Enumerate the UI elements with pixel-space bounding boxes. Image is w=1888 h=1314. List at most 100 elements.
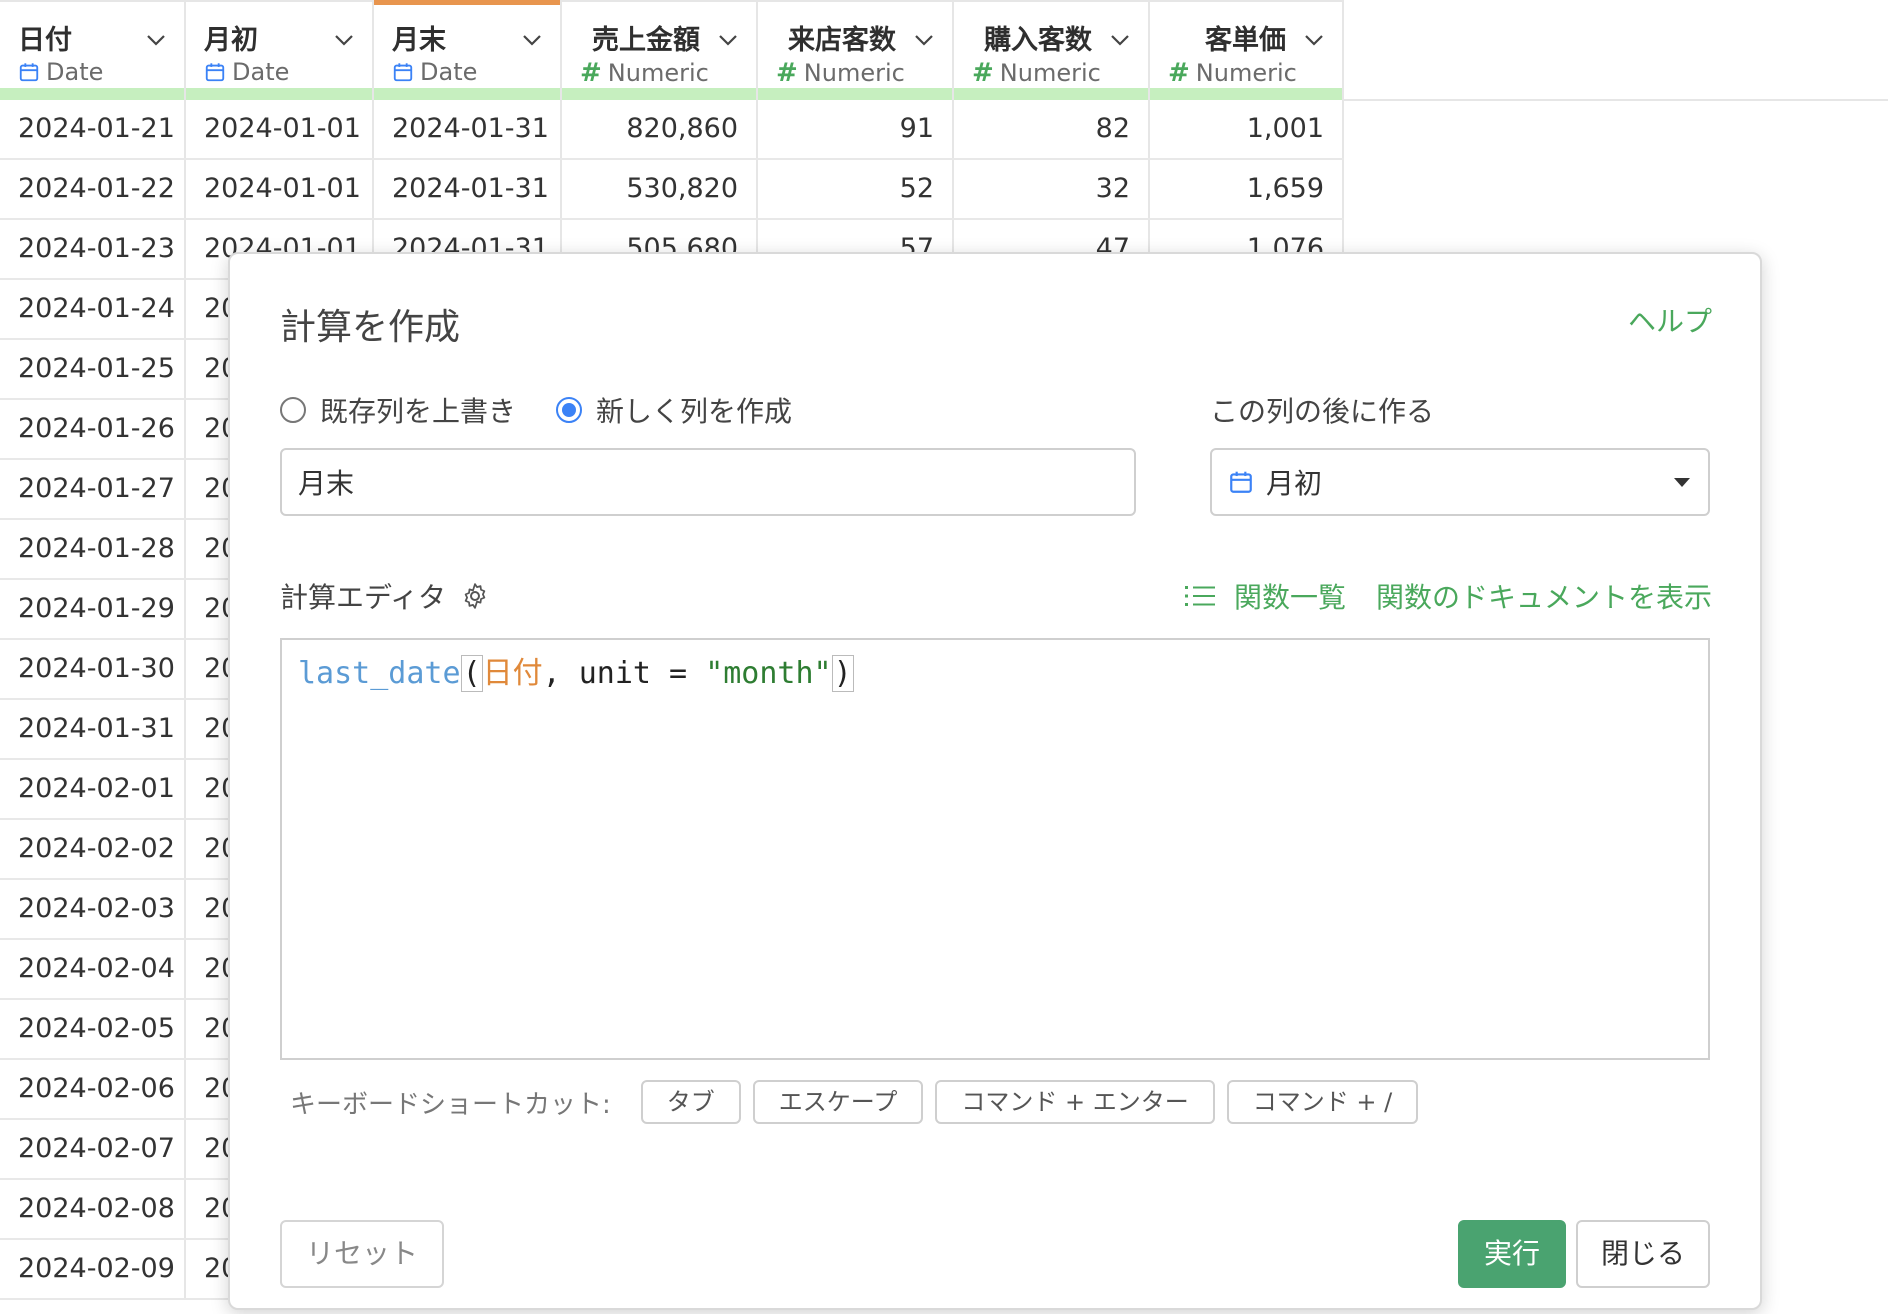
grid-header-row: 日付 Date 月初 Date 月末 Date 売上金額 # Numeric 来店客数 # Numer… [0, 0, 1344, 100]
table-cell[interactable]: 1,001 [1150, 100, 1344, 158]
radio-new-column[interactable]: 新しく列を作成 [556, 390, 792, 430]
column-type: # Numeric [776, 58, 905, 88]
table-cell[interactable]: 2024-01-24 [0, 280, 186, 338]
code-function-token: last_date [298, 656, 461, 691]
table-cell[interactable]: 2024-01-27 [0, 460, 186, 518]
table-cell[interactable]: 2024-01-31 [374, 100, 562, 158]
column-type-label: Numeric [607, 59, 709, 87]
column-type-label: Numeric [999, 59, 1101, 87]
column-type: # Numeric [972, 58, 1101, 88]
table-cell[interactable]: 32 [954, 160, 1150, 218]
column-type-bar [562, 88, 756, 100]
column-header-name: 日付 [18, 25, 72, 56]
shortcut-command-slash: コマンド + / [1226, 1080, 1419, 1124]
table-cell[interactable]: 2024-02-09 [0, 1240, 186, 1298]
table-cell[interactable]: 2024-02-01 [0, 760, 186, 818]
column-header[interactable]: 売上金額 # Numeric [562, 2, 758, 100]
table-cell[interactable]: 2024-02-05 [0, 1000, 186, 1058]
column-header[interactable]: 購入客数 # Numeric [954, 2, 1150, 100]
table-cell[interactable]: 2024-01-26 [0, 400, 186, 458]
chevron-down-icon[interactable] [330, 26, 358, 54]
column-type-bar [954, 88, 1148, 100]
table-cell[interactable]: 2024-02-02 [0, 820, 186, 878]
keyboard-shortcuts: キーボードショートカット: タブ エスケープ コマンド + エンター コマンド … [290, 1080, 1419, 1124]
table-cell[interactable]: 2024-01-22 [0, 160, 186, 218]
column-type-label: Date [420, 58, 478, 86]
chevron-down-icon[interactable] [1106, 26, 1134, 54]
table-cell[interactable]: 2024-02-08 [0, 1180, 186, 1238]
table-cell[interactable]: 2024-02-03 [0, 880, 186, 938]
hash-icon: # [580, 58, 602, 88]
table-cell[interactable]: 52 [758, 160, 954, 218]
table-cell[interactable]: 820,860 [562, 100, 758, 158]
calendar-icon [19, 63, 39, 82]
function-list-link[interactable]: 関数一覧 [1184, 576, 1346, 616]
column-header[interactable]: 月初 Date [186, 2, 374, 100]
function-links: 関数一覧 関数のドキュメントを表示 [1184, 576, 1712, 616]
help-link[interactable]: ヘルプ [1628, 300, 1712, 340]
shortcut-escape: エスケープ [752, 1080, 924, 1124]
chevron-down-icon[interactable] [1300, 26, 1328, 54]
keyboard-shortcuts-label: キーボードショートカット: [290, 1089, 611, 1120]
function-list-label: 関数一覧 [1233, 581, 1346, 614]
hash-icon: # [972, 58, 994, 88]
column-type: # Numeric [1168, 58, 1297, 88]
calculation-editor-header: 計算エディタ [280, 576, 490, 616]
column-type: Date [18, 58, 103, 86]
chevron-down-icon[interactable] [142, 26, 170, 54]
column-header-name: 月末 [392, 25, 446, 56]
insert-after-select[interactable]: 月初 [1210, 448, 1710, 516]
column-type-bar [0, 88, 184, 100]
table-cell[interactable]: 2024-01-25 [0, 340, 186, 398]
column-header-name: 売上金額 [592, 25, 700, 56]
column-name-input[interactable] [280, 448, 1136, 516]
radio-overwrite[interactable]: 既存列を上書き [280, 390, 516, 430]
shortcut-command-enter: コマンド + エンター [935, 1080, 1215, 1124]
table-cell[interactable]: 2024-01-01 [186, 160, 374, 218]
table-cell[interactable]: 2024-01-30 [0, 640, 186, 698]
list-icon [1184, 586, 1215, 606]
radio-new-column-circle[interactable] [556, 397, 583, 423]
table-cell[interactable]: 1,659 [1150, 160, 1344, 218]
column-header[interactable]: 日付 Date [0, 2, 186, 100]
column-type: Date [204, 58, 289, 86]
column-header[interactable]: 月末 Date [374, 0, 562, 100]
table-cell[interactable]: 2024-01-31 [0, 700, 186, 758]
radio-overwrite-label: 既存列を上書き [320, 395, 517, 428]
code-open-paren: ( [460, 655, 483, 692]
shortcut-tab: タブ [640, 1080, 741, 1124]
radio-overwrite-circle[interactable] [280, 397, 306, 423]
dialog-title: 計算を作成 [280, 307, 461, 348]
table-cell[interactable]: 2024-01-31 [374, 160, 562, 218]
table-cell[interactable]: 2024-01-23 [0, 220, 186, 278]
table-cell[interactable]: 2024-02-04 [0, 940, 186, 998]
table-cell[interactable]: 2024-01-21 [0, 100, 186, 158]
close-button[interactable]: 閉じる [1576, 1220, 1710, 1288]
table-cell[interactable]: 82 [954, 100, 1150, 158]
table-cell[interactable]: 2024-02-07 [0, 1120, 186, 1178]
caret-down-icon [1674, 478, 1690, 487]
calculation-code-editor[interactable]: last_date(日付, unit = "month") [280, 638, 1710, 1060]
insert-after-label: この列の後に作る [1210, 395, 1435, 428]
reset-button[interactable]: リセット [280, 1220, 444, 1288]
function-docs-link[interactable]: 関数のドキュメントを表示 [1376, 576, 1712, 616]
column-type-bar [758, 88, 952, 100]
table-cell[interactable]: 2024-01-01 [186, 100, 374, 158]
column-header[interactable]: 客単価 # Numeric [1150, 2, 1344, 100]
column-header[interactable]: 来店客数 # Numeric [758, 2, 954, 100]
gear-icon[interactable] [460, 581, 490, 611]
table-cell[interactable]: 91 [758, 100, 954, 158]
table-cell[interactable]: 2024-02-06 [0, 1060, 186, 1118]
chevron-down-icon[interactable] [910, 26, 938, 54]
table-cell[interactable]: 2024-01-29 [0, 580, 186, 638]
table-cell[interactable]: 2024-01-28 [0, 520, 186, 578]
chevron-down-icon[interactable] [518, 26, 546, 54]
table-cell[interactable]: 530,820 [562, 160, 758, 218]
create-calculation-dialog: 計算を作成 ヘルプ 既存列を上書き 新しく列を作成 この列の後に作る 月初 計算… [228, 252, 1762, 1310]
calendar-icon [205, 63, 225, 82]
column-header-name: 月初 [204, 25, 258, 56]
run-button[interactable]: 実行 [1458, 1220, 1566, 1288]
calendar-icon [1230, 471, 1252, 493]
chevron-down-icon[interactable] [714, 26, 742, 54]
mode-radio-group: 既存列を上書き 新しく列を作成 [280, 390, 792, 430]
